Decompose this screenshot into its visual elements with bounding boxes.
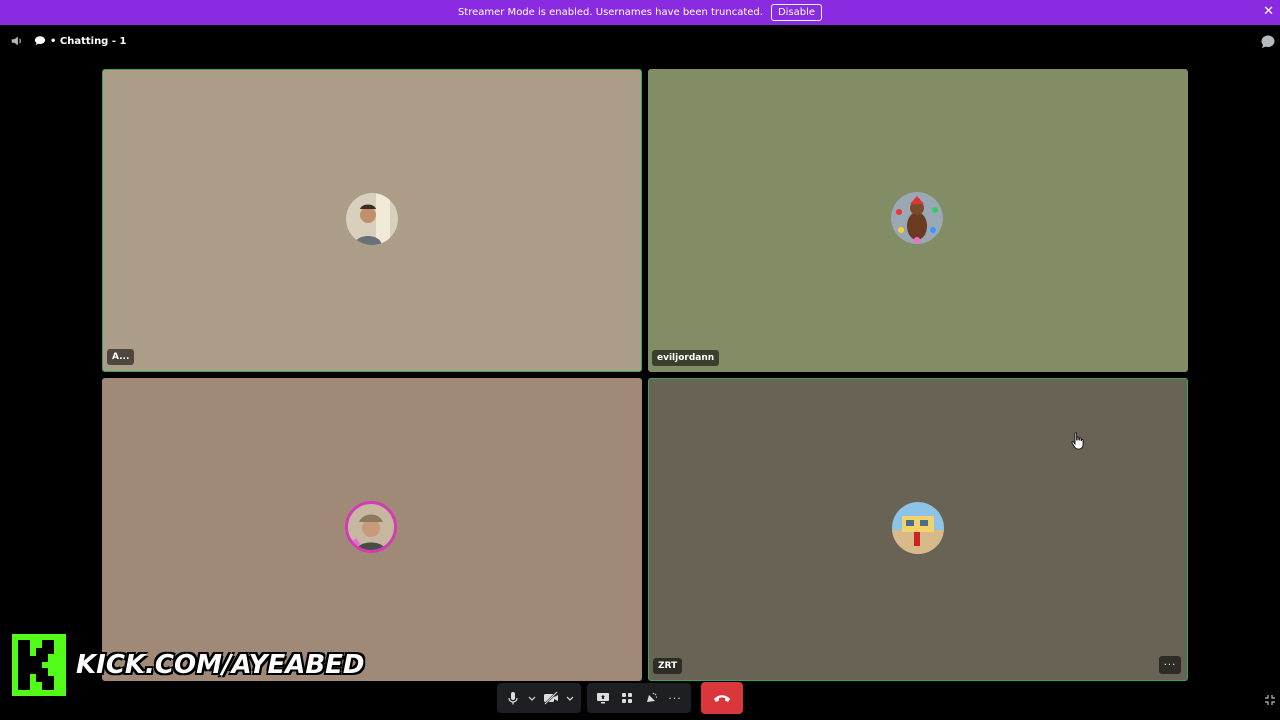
- avatar: [892, 502, 944, 554]
- kick-url: KICK.COM/AYEABED: [76, 650, 365, 680]
- camera-options-button[interactable]: [563, 686, 577, 710]
- call-header: • Chatting - 1: [0, 25, 1280, 57]
- tile-more-options-button[interactable]: ···: [1159, 656, 1181, 674]
- kick-overlay: KICK.COM/AYEABED: [12, 634, 365, 696]
- camera-off-icon: [544, 691, 558, 705]
- kick-logo: [12, 634, 66, 696]
- chevron-down-icon: [528, 696, 536, 701]
- participant-name: A...: [107, 349, 135, 365]
- channel-name: • Chatting - 1: [50, 35, 127, 47]
- call-controls: ···: [497, 680, 787, 716]
- hang-up-icon: [714, 695, 730, 702]
- avatar: [345, 501, 397, 553]
- microphone-icon: [508, 692, 518, 705]
- soundboard-button[interactable]: [639, 686, 663, 710]
- chat-bubble-icon: [34, 36, 46, 46]
- screen-share-button[interactable]: [591, 686, 615, 710]
- activities-button[interactable]: [615, 686, 639, 710]
- more-icon: ···: [668, 691, 682, 705]
- exit-fullscreen-icon[interactable]: [1264, 694, 1276, 706]
- microphone-button[interactable]: [501, 686, 525, 710]
- participant-tile[interactable]: eviljordann: [648, 69, 1188, 372]
- participant-name: eviljordann: [652, 350, 720, 366]
- mic-video-group: [497, 683, 581, 713]
- screen-share-icon: [597, 693, 609, 704]
- participant-name: ZRT: [653, 658, 683, 674]
- rocket-icon: [622, 693, 632, 703]
- more-options-button[interactable]: ···: [663, 686, 687, 710]
- participant-tile[interactable]: ZRT ···: [648, 378, 1188, 681]
- open-chat-icon[interactable]: [1260, 34, 1276, 50]
- mic-options-button[interactable]: [525, 686, 539, 710]
- avatar: [891, 192, 943, 244]
- close-banner-icon[interactable]: ✕: [1263, 4, 1274, 19]
- streamer-mode-message: Streamer Mode is enabled. Usernames have…: [457, 7, 763, 18]
- streamer-mode-banner: Streamer Mode is enabled. Usernames have…: [0, 0, 1280, 25]
- speaker-icon: [11, 36, 21, 46]
- participant-tile[interactable]: A...: [102, 69, 642, 372]
- disable-streamer-mode-button[interactable]: Disable: [770, 4, 823, 21]
- hand-cursor-icon: [1071, 432, 1084, 450]
- soundboard-icon: [647, 692, 658, 702]
- chevron-down-icon: [566, 696, 574, 701]
- disconnect-button[interactable]: [701, 682, 743, 714]
- activity-group: ···: [587, 683, 691, 713]
- camera-button[interactable]: [539, 686, 563, 710]
- avatar: [346, 193, 398, 245]
